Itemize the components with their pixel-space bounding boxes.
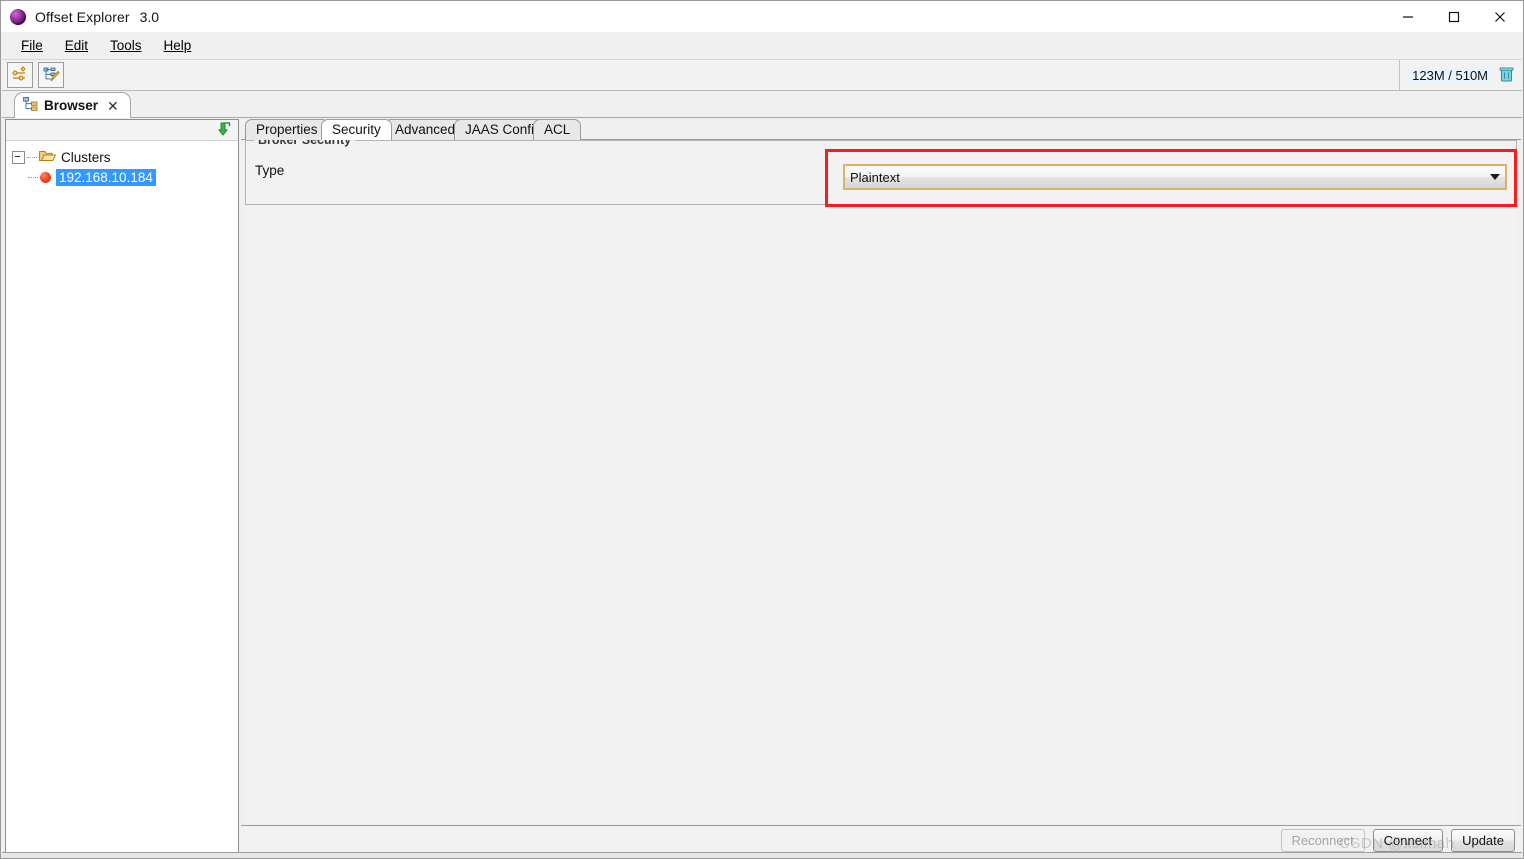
tree-node-clusters[interactable]: Clusters	[6, 147, 238, 167]
menu-file-label: File	[21, 38, 43, 53]
update-button[interactable]: Update	[1451, 829, 1515, 852]
status-strip	[2, 852, 1522, 858]
open-folder-icon	[39, 149, 57, 166]
menu-file[interactable]: File	[10, 35, 54, 56]
edit-cluster-button[interactable]	[38, 62, 64, 88]
tree-browser-icon	[23, 97, 38, 114]
cluster-tree: Clusters 192.168.10.184	[6, 141, 238, 854]
reconnect-button[interactable]: Reconnect	[1280, 829, 1365, 852]
content-panel: Properties Security Advanced JAAS Config…	[241, 119, 1521, 855]
action-button-bar: Reconnect Connect Update	[241, 825, 1521, 855]
security-type-label: Type	[255, 163, 285, 178]
green-down-arrow-glyph	[218, 122, 231, 136]
connect-button[interactable]: Connect	[1372, 829, 1444, 852]
open-folder-glyph	[39, 150, 57, 161]
content-empty-area	[245, 205, 1517, 824]
menu-edit[interactable]: Edit	[54, 35, 99, 56]
application-window: Offset Explorer 3.0 File Edit Tools Help…	[0, 0, 1524, 859]
tab-acl[interactable]: ACL	[533, 119, 582, 140]
cluster-settings-icon	[12, 66, 26, 81]
trash-glyph	[1499, 67, 1514, 81]
tree-node-broker-label: 192.168.10.184	[56, 168, 156, 186]
memory-usage-label: 123M / 510M	[1410, 66, 1490, 84]
menu-tools-label: Tools	[110, 38, 142, 53]
tab-browser[interactable]: Browser ✕	[14, 92, 131, 118]
tab-properties[interactable]: Properties	[245, 119, 329, 140]
cluster-tree-panel: Clusters 192.168.10.184	[5, 119, 239, 855]
window-controls	[1385, 1, 1523, 32]
minimize-button[interactable]	[1385, 1, 1431, 32]
chevron-down-icon[interactable]	[1485, 174, 1505, 180]
tree-connector	[27, 156, 37, 158]
tab-browser-label: Browser	[44, 98, 99, 113]
minimize-icon	[1403, 15, 1413, 18]
tab-browser-close-icon[interactable]: ✕	[105, 99, 121, 113]
title-bar: Offset Explorer 3.0	[1, 1, 1523, 32]
collapse-toggle-icon[interactable]	[12, 150, 25, 164]
edit-tree-pencil-icon	[43, 67, 60, 82]
menu-bar: File Edit Tools Help	[2, 32, 1522, 59]
tab-security[interactable]: Security	[321, 119, 392, 140]
maximize-icon	[1448, 11, 1460, 22]
green-down-arrow-icon[interactable]	[218, 122, 233, 140]
security-type-dropdown[interactable]: Plaintext	[843, 164, 1507, 190]
toolbar: 123M / 510M	[2, 59, 1522, 91]
chevron-down-glyph	[1490, 174, 1500, 180]
tree-node-clusters-label: Clusters	[61, 149, 111, 165]
app-logo-icon	[10, 8, 26, 25]
tree-connector-child	[28, 176, 38, 178]
menu-help[interactable]: Help	[153, 35, 203, 56]
menu-tools[interactable]: Tools	[99, 35, 153, 56]
window-title: Offset Explorer	[35, 8, 130, 25]
add-cluster-button[interactable]	[7, 62, 33, 88]
security-type-value: Plaintext	[850, 169, 900, 185]
menu-edit-label: Edit	[64, 38, 89, 53]
menu-help-label: Help	[163, 38, 192, 53]
maximize-button[interactable]	[1431, 1, 1477, 32]
tree-node-broker[interactable]: 192.168.10.184	[6, 167, 238, 187]
window-version: 3.0	[139, 8, 160, 25]
main-tab-strip: Browser ✕	[2, 91, 1522, 118]
red-dot-icon	[40, 171, 51, 183]
trash-icon[interactable]	[1499, 66, 1514, 85]
tree-panel-header	[6, 120, 238, 141]
memory-indicator[interactable]: 123M / 510M	[1399, 60, 1522, 90]
content-tab-strip: Properties Security Advanced JAAS Config…	[241, 119, 1521, 140]
close-icon	[1495, 11, 1505, 22]
tree-browser-glyph	[23, 97, 38, 111]
close-button[interactable]	[1477, 1, 1523, 32]
